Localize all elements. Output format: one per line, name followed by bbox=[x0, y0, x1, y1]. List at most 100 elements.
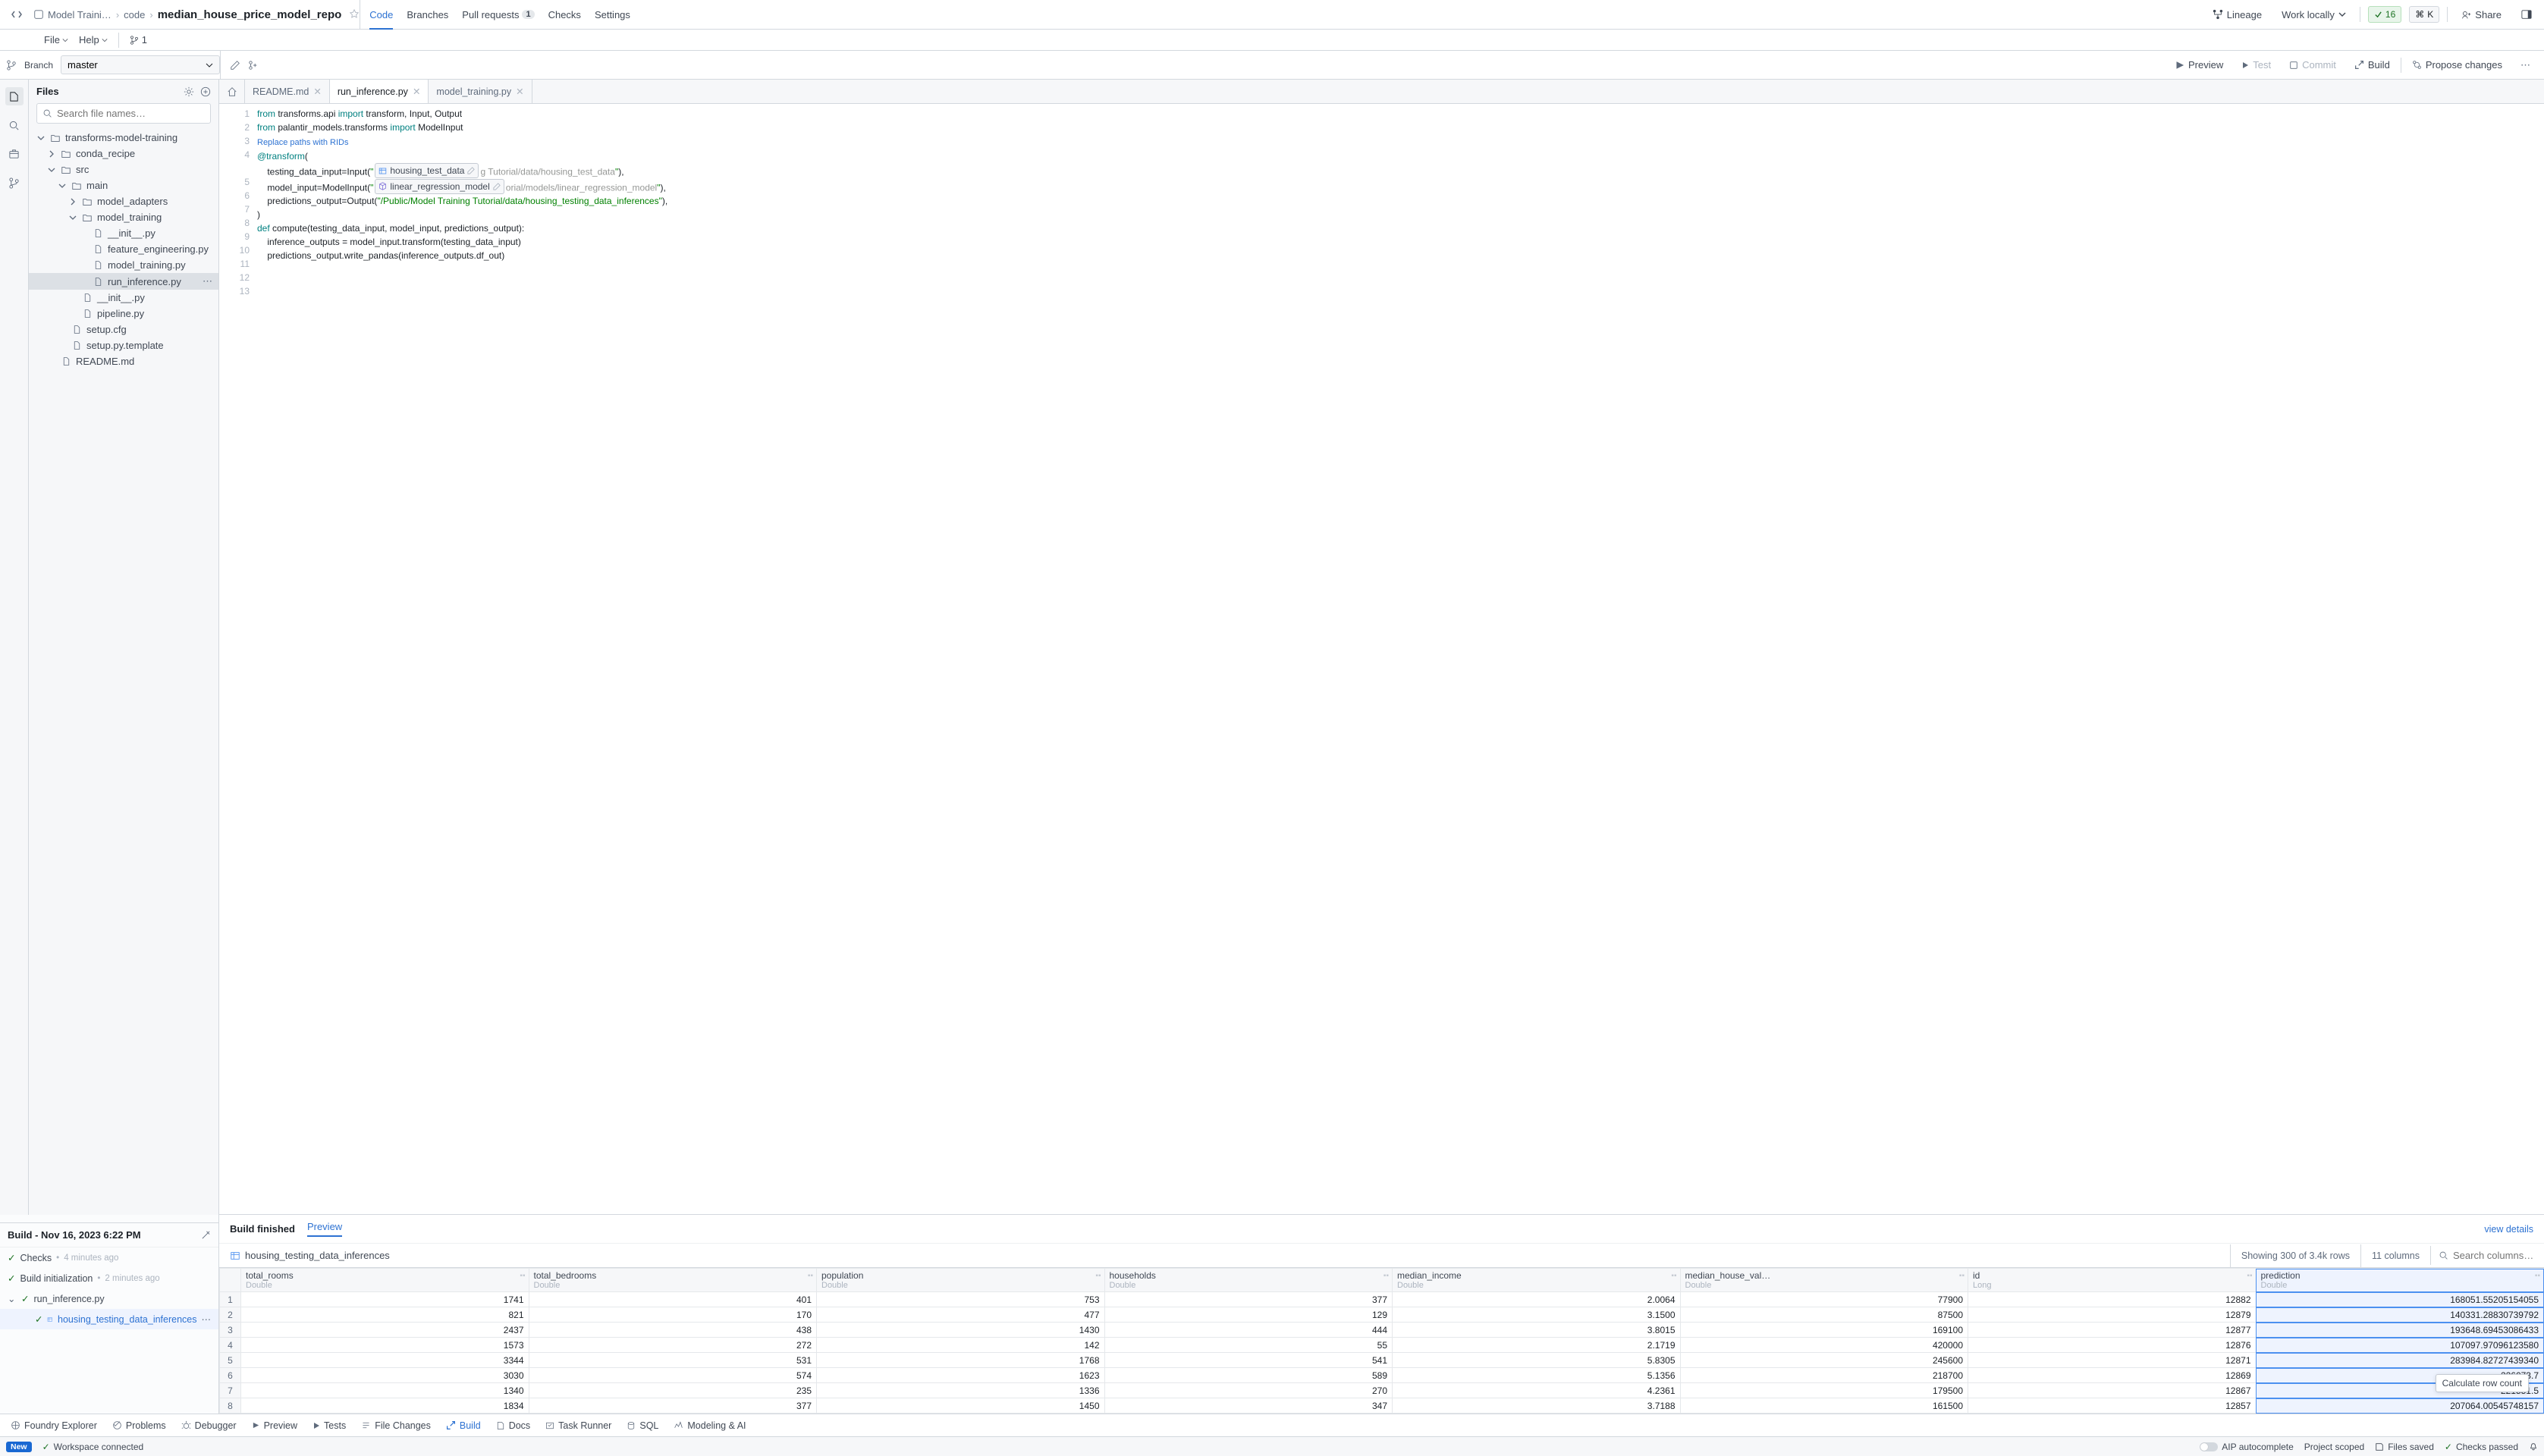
cmd-k[interactable]: ⌘K bbox=[2409, 6, 2439, 23]
rail-files-icon[interactable] bbox=[5, 87, 24, 105]
cell[interactable]: 377 bbox=[1104, 1292, 1393, 1307]
tree-file[interactable]: README.md bbox=[29, 353, 218, 369]
pin-icon[interactable] bbox=[201, 1230, 211, 1240]
cell[interactable]: 1623 bbox=[817, 1368, 1105, 1383]
log-checks[interactable]: ✓Checks•4 minutes ago bbox=[0, 1247, 218, 1268]
test-button[interactable]: Test bbox=[2234, 55, 2279, 74]
code-editor[interactable]: 12345678910111213 from transforms.api im… bbox=[219, 104, 2544, 1214]
preview-button[interactable]: Preview bbox=[2168, 55, 2231, 74]
column-header[interactable]: total_bedroomsDouble▪▪ bbox=[529, 1269, 817, 1292]
tree-file[interactable]: model_training.py bbox=[29, 257, 218, 273]
cell[interactable]: 55 bbox=[1104, 1338, 1393, 1353]
cell[interactable]: 12871 bbox=[1968, 1353, 2257, 1368]
cell[interactable]: 401 bbox=[529, 1292, 817, 1307]
cell[interactable]: 207064.00545748157 bbox=[2256, 1398, 2544, 1414]
cell[interactable]: 142 bbox=[817, 1338, 1105, 1353]
cell[interactable]: 107097.97096123580 bbox=[2256, 1338, 2544, 1353]
cell[interactable]: 2.1719 bbox=[1393, 1338, 1681, 1353]
tree-file[interactable]: run_inference.py⋯ bbox=[29, 273, 218, 290]
cell[interactable]: 1834 bbox=[241, 1398, 529, 1414]
tab-branches[interactable]: Branches bbox=[407, 0, 448, 29]
tree-file[interactable]: setup.py.template bbox=[29, 337, 218, 353]
editor-tab[interactable]: model_training.py✕ bbox=[429, 80, 532, 103]
log-init[interactable]: ✓Build initialization•2 minutes ago bbox=[0, 1268, 218, 1288]
tree-file[interactable]: pipeline.py bbox=[29, 306, 218, 322]
tree-folder[interactable]: conda_recipe bbox=[29, 146, 218, 162]
log-dataset[interactable]: ✓ housing_testing_data_inferences ⋯ bbox=[0, 1309, 218, 1329]
cell[interactable]: 541 bbox=[1104, 1353, 1393, 1368]
cell[interactable]: 129 bbox=[1104, 1307, 1393, 1323]
tree-folder[interactable]: model_adapters bbox=[29, 193, 218, 209]
cell[interactable]: 218700 bbox=[1680, 1368, 1968, 1383]
cell[interactable]: 169100 bbox=[1680, 1323, 1968, 1338]
cell[interactable]: 444 bbox=[1104, 1323, 1393, 1338]
bell-icon[interactable] bbox=[2529, 1442, 2538, 1451]
cell[interactable]: 1450 bbox=[817, 1398, 1105, 1414]
cell[interactable]: 3.7188 bbox=[1393, 1398, 1681, 1414]
cell[interactable]: 168051.55205154055 bbox=[2256, 1292, 2544, 1307]
close-icon[interactable]: ✕ bbox=[313, 86, 321, 97]
cell[interactable]: 2.0064 bbox=[1393, 1292, 1681, 1307]
column-search-input[interactable] bbox=[2453, 1250, 2536, 1261]
rid-hint[interactable]: Replace paths with RIDs bbox=[257, 136, 348, 149]
cell[interactable]: 1340 bbox=[241, 1383, 529, 1398]
cell[interactable]: 438 bbox=[529, 1323, 817, 1338]
cell[interactable]: 1430 bbox=[817, 1323, 1105, 1338]
bot-docs[interactable]: Docs bbox=[490, 1418, 536, 1433]
column-header[interactable]: predictionDouble▪▪ bbox=[2256, 1269, 2544, 1292]
cell[interactable]: 5.8305 bbox=[1393, 1353, 1681, 1368]
build-button[interactable]: Build bbox=[2347, 55, 2398, 74]
cell[interactable]: 270 bbox=[1104, 1383, 1393, 1398]
tab-checks[interactable]: Checks bbox=[548, 0, 581, 29]
bot-build[interactable]: Build bbox=[440, 1418, 487, 1433]
column-header[interactable]: median_incomeDouble▪▪ bbox=[1393, 1269, 1681, 1292]
file-search-input[interactable] bbox=[57, 108, 205, 119]
column-search[interactable] bbox=[2430, 1246, 2544, 1265]
tree-folder[interactable]: main bbox=[29, 177, 218, 193]
status-scope[interactable]: Project scoped bbox=[2304, 1442, 2364, 1452]
rail-search-icon[interactable] bbox=[5, 116, 24, 134]
plus-icon[interactable] bbox=[200, 86, 211, 97]
cell[interactable]: 235 bbox=[529, 1383, 817, 1398]
breadcrumb-repo[interactable]: median_house_price_model_repo bbox=[156, 5, 344, 24]
share-button[interactable]: Share bbox=[2455, 6, 2508, 24]
data-table[interactable]: total_roomsDouble▪▪total_bedroomsDouble▪… bbox=[219, 1268, 2544, 1414]
cell[interactable]: 420000 bbox=[1680, 1338, 1968, 1353]
cell[interactable]: 821 bbox=[241, 1307, 529, 1323]
cell[interactable]: 161500 bbox=[1680, 1398, 1968, 1414]
cell[interactable]: 12882 bbox=[1968, 1292, 2257, 1307]
status-aip-toggle[interactable]: AIP autocomplete bbox=[2200, 1442, 2294, 1452]
close-icon[interactable]: ✕ bbox=[516, 86, 523, 97]
column-header[interactable]: median_house_val…Double▪▪ bbox=[1680, 1269, 1968, 1292]
cell[interactable]: 531 bbox=[529, 1353, 817, 1368]
cell[interactable]: 12879 bbox=[1968, 1307, 2257, 1323]
cell[interactable]: 2437 bbox=[241, 1323, 529, 1338]
rail-packages-icon[interactable] bbox=[5, 145, 24, 163]
home-icon[interactable] bbox=[219, 80, 245, 103]
edit-icon[interactable] bbox=[230, 60, 240, 71]
bot-task-runner[interactable]: Task Runner bbox=[539, 1418, 617, 1433]
star-icon[interactable] bbox=[349, 9, 360, 20]
cell[interactable]: 1573 bbox=[241, 1338, 529, 1353]
propose-changes-button[interactable]: Propose changes bbox=[2404, 55, 2510, 74]
cell[interactable]: 1741 bbox=[241, 1292, 529, 1307]
preview-tab[interactable]: Preview bbox=[307, 1221, 342, 1237]
tree-file[interactable]: feature_engineering.py bbox=[29, 241, 218, 257]
gear-icon[interactable] bbox=[184, 86, 194, 97]
cell[interactable]: 170 bbox=[529, 1307, 817, 1323]
tree-file[interactable]: __init__.py bbox=[29, 290, 218, 306]
log-file[interactable]: ⌄✓run_inference.py bbox=[0, 1288, 218, 1309]
editor-tab[interactable]: README.md✕ bbox=[245, 80, 330, 103]
app-logo[interactable] bbox=[5, 0, 29, 29]
tab-settings[interactable]: Settings bbox=[595, 0, 630, 29]
cell[interactable]: 3344 bbox=[241, 1353, 529, 1368]
cell[interactable]: 1768 bbox=[817, 1353, 1105, 1368]
cell[interactable]: 12877 bbox=[1968, 1323, 2257, 1338]
tree-folder[interactable]: src bbox=[29, 162, 218, 177]
cell[interactable]: 574 bbox=[529, 1368, 817, 1383]
bot-problems[interactable]: Problems bbox=[106, 1418, 172, 1433]
cell[interactable]: 245600 bbox=[1680, 1353, 1968, 1368]
close-icon[interactable]: ✕ bbox=[413, 86, 420, 97]
bot-file-changes[interactable]: File Changes bbox=[355, 1418, 437, 1433]
bot-modeling[interactable]: Modeling & AI bbox=[667, 1418, 752, 1433]
